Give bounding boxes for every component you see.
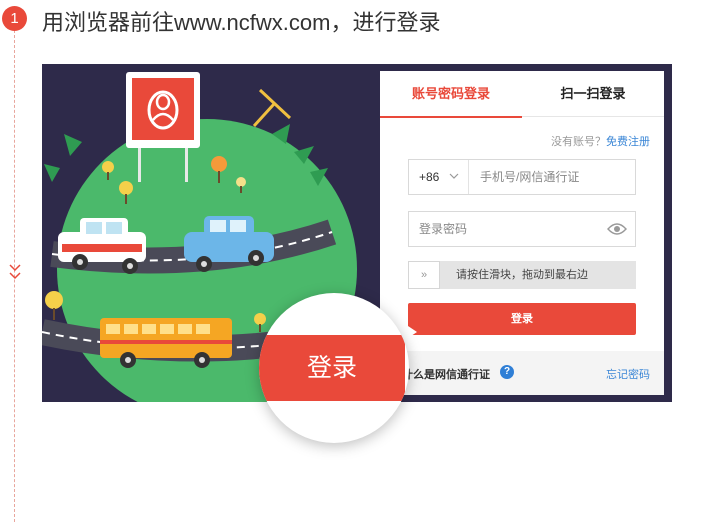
step-instruction: 用浏览器前往www.ncfwx.com，进行登录 bbox=[42, 10, 441, 35]
login-footer: 什么是网信通行证 ? 忘记密码 bbox=[380, 351, 664, 395]
tab-password-login[interactable]: 账号密码登录 bbox=[380, 71, 522, 118]
tab-qr-login[interactable]: 扫一扫登录 bbox=[522, 71, 664, 117]
magnified-login-button[interactable]: 登录 bbox=[259, 335, 405, 401]
login-button[interactable]: 登录 bbox=[408, 303, 636, 335]
country-code-select[interactable]: +86 bbox=[409, 160, 469, 194]
magnifier-callout: 登录 bbox=[259, 293, 409, 443]
what-is-pass-link[interactable]: 什么是网信通行证 bbox=[402, 366, 490, 382]
password-field-group bbox=[408, 211, 636, 247]
slider-hint: 请按住滑块，拖动到最右边 bbox=[456, 269, 588, 281]
register-prompt-row: 没有账号？免费注册 bbox=[551, 133, 650, 149]
login-tabs: 账号密码登录 扫一扫登录 bbox=[380, 71, 664, 118]
register-link[interactable]: 免费注册 bbox=[606, 136, 650, 148]
password-input[interactable] bbox=[409, 212, 599, 246]
eye-icon[interactable] bbox=[607, 222, 627, 236]
register-prompt: 没有账号？ bbox=[551, 136, 606, 148]
double-chevron-down-icon bbox=[9, 264, 21, 280]
slider-captcha[interactable]: » 请按住滑块，拖动到最右边 bbox=[408, 261, 636, 289]
step-number-badge: 1 bbox=[2, 6, 27, 31]
country-code-value: +86 bbox=[419, 170, 440, 184]
help-icon[interactable]: ? bbox=[500, 365, 514, 379]
phone-input[interactable] bbox=[470, 160, 635, 194]
chevron-down-icon bbox=[449, 173, 459, 179]
phone-field-group: +86 bbox=[408, 159, 636, 195]
forgot-password-link[interactable]: 忘记密码 bbox=[606, 366, 650, 382]
login-panel: 账号密码登录 扫一扫登录 没有账号？免费注册 +86 » 请按住滑块， bbox=[380, 71, 664, 395]
double-chevron-right-icon[interactable]: » bbox=[408, 261, 440, 289]
